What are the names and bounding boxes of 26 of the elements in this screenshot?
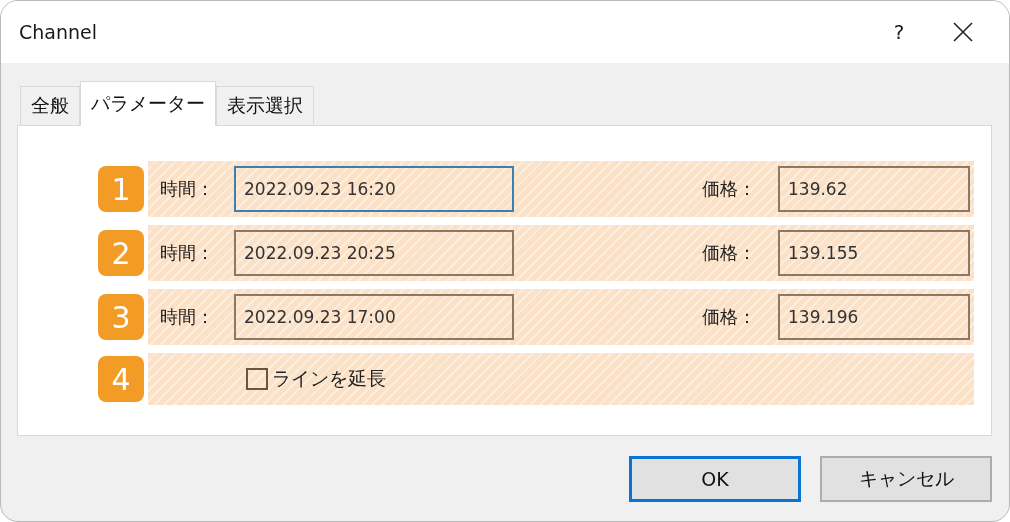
number-badge: 4 <box>98 356 144 402</box>
price-label: 価格： <box>702 241 757 265</box>
time-field[interactable]: 2022.09.23 20:25 <box>234 230 514 276</box>
help-button[interactable]: ? <box>879 20 919 44</box>
ok-button[interactable]: OK <box>629 456 801 502</box>
time-label: 時間： <box>160 177 215 201</box>
time-label: 時間： <box>160 241 215 265</box>
checkbox-label: ラインを延長 <box>272 366 386 391</box>
number-badge: 3 <box>98 294 144 340</box>
time-field[interactable]: 2022.09.23 17:00 <box>234 294 514 340</box>
time-field[interactable]: 2022.09.23 16:20 <box>234 166 514 212</box>
price-field[interactable]: 139.155 <box>778 230 970 276</box>
price-field[interactable]: 139.196 <box>778 294 970 340</box>
price-field[interactable]: 139.62 <box>778 166 970 212</box>
close-icon[interactable] <box>953 22 973 42</box>
time-label: 時間： <box>160 305 215 329</box>
price-label: 価格： <box>702 177 757 201</box>
tab[interactable]: 全般 <box>20 86 80 125</box>
checkbox[interactable] <box>246 368 268 390</box>
cancel-button[interactable]: キャンセル <box>820 456 992 502</box>
price-label: 価格： <box>702 305 757 329</box>
tab[interactable]: パラメーター <box>80 81 216 126</box>
number-badge: 1 <box>98 166 144 212</box>
tab[interactable]: 表示選択 <box>216 86 314 125</box>
window-title: Channel <box>19 21 98 43</box>
number-badge: 2 <box>98 230 144 276</box>
